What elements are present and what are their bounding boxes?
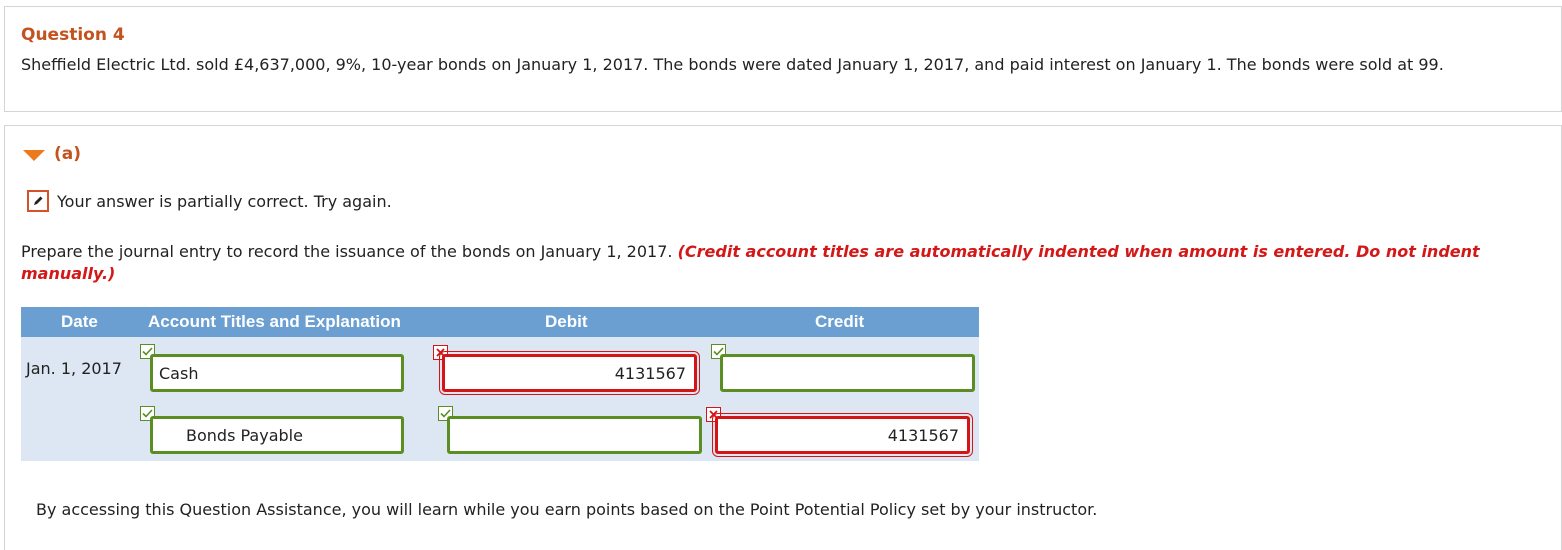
question-title: Question 4 — [21, 25, 125, 45]
assistance-note: By accessing this Question Assistance, y… — [36, 500, 1098, 519]
header-debit: Debit — [545, 312, 588, 331]
instruction-main: Prepare the journal entry to record the … — [21, 242, 678, 261]
instructions: Prepare the journal entry to record the … — [21, 241, 1541, 285]
header-account: Account Titles and Explanation — [148, 312, 401, 331]
journal-header: Date Account Titles and Explanation Debi… — [21, 307, 979, 337]
row1-debit-input[interactable]: 4131567 — [439, 351, 700, 395]
question-text: Sheffield Electric Ltd. sold £4,637,000,… — [21, 55, 1444, 74]
header-credit: Credit — [815, 312, 865, 331]
row2-debit-input[interactable] — [447, 416, 702, 454]
header-date: Date — [61, 312, 98, 331]
row2-credit-input[interactable]: 4131567 — [712, 413, 973, 457]
row1-account-input[interactable]: Cash — [150, 354, 404, 392]
part-a-toggle[interactable]: (a) — [23, 142, 81, 166]
feedback-row: Your answer is partially correct. Try ag… — [27, 190, 392, 212]
part-label: (a) — [54, 144, 82, 164]
question-panel: Question 4 Sheffield Electric Ltd. sold … — [4, 6, 1562, 112]
pencil-icon — [27, 190, 49, 212]
part-a-panel: (a) Your answer is partially correct. Tr… — [4, 125, 1562, 550]
row1-date: Jan. 1, 2017 — [26, 359, 122, 378]
row1-credit-input[interactable] — [720, 354, 975, 392]
row2-account-input[interactable]: Bonds Payable — [150, 416, 404, 454]
feedback-text: Your answer is partially correct. Try ag… — [57, 191, 392, 211]
collapse-triangle-icon[interactable] — [23, 150, 45, 161]
journal-table: Date Account Titles and Explanation Debi… — [21, 307, 979, 461]
